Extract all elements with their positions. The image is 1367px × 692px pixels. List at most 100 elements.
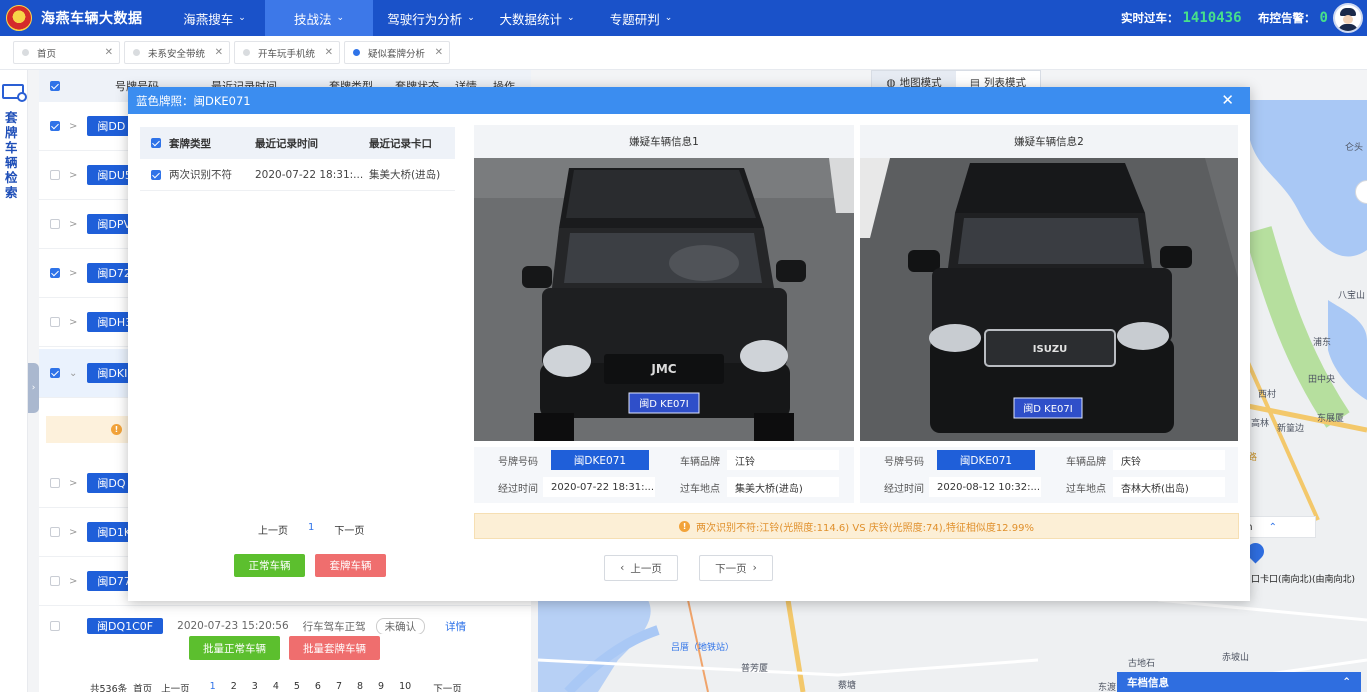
table-row[interactable]: 闽DQ1C0F 2020-07-23 15:20:56 行车驾车正驾 未确认 详… (39, 618, 531, 634)
plate-search-icon[interactable] (2, 84, 27, 102)
brand-value: 江铃 (727, 450, 839, 470)
plate-label: 号牌号码 (498, 457, 538, 468)
top-header: 海燕车辆大数据 海燕搜车 ⌄ 技战法 ⌄ 驾驶行为分析 ⌄ 大数据统计 ⌄ 专题研判 ⌄ … (0, 0, 1367, 36)
row-checkbox[interactable] (50, 317, 60, 327)
alarm-count[interactable]: 布控告警： 0 (1258, 0, 1328, 36)
batch-fake-button[interactable]: 批量套牌车辆 (289, 636, 380, 660)
chevron-right-icon: › (752, 562, 757, 574)
pager-next[interactable]: 下一页 (433, 681, 462, 692)
chevron-down-icon[interactable]: ⌄ (69, 368, 77, 379)
record-table-header: 套牌类型 最近记录时间 最近记录卡口 (140, 127, 455, 159)
next-record-button[interactable]: 下一页 › (699, 555, 773, 581)
map-label: 东展厦 (1317, 414, 1345, 424)
left-sidebar: 套牌车辆检索 (0, 70, 28, 692)
plate-badge: 闽DKE071 (551, 450, 649, 470)
row-checkbox[interactable] (50, 621, 60, 631)
close-icon[interactable]: ✕ (1221, 91, 1234, 109)
brand[interactable]: 海燕车辆大数据 (6, 0, 143, 36)
chevron-right-icon[interactable]: > (69, 219, 77, 230)
row-checkbox[interactable] (50, 527, 60, 537)
row-checkbox[interactable] (50, 268, 60, 278)
pager-page[interactable]: 2 (231, 681, 237, 692)
close-icon[interactable]: ✕ (105, 47, 113, 58)
pager-page[interactable]: 7 (336, 681, 342, 692)
time-label: 经过时间 (884, 484, 924, 495)
map-label: 古地石 (1128, 659, 1156, 669)
nav-label: 海燕搜车 (183, 11, 234, 27)
detail-link[interactable]: 详情 (445, 619, 466, 634)
chevron-right-icon[interactable]: > (69, 576, 77, 587)
pager-page[interactable]: 1 (210, 681, 216, 692)
row-time: 2020-07-23 15:20:56 (177, 620, 289, 632)
vehicle-archive-panel[interactable]: 车档信息 ⌃ (1117, 672, 1361, 692)
nav-tactics[interactable]: 技战法 ⌄ (265, 0, 373, 36)
modal-title: 蓝色牌照：闽DKE071 (136, 93, 251, 108)
chevron-right-icon[interactable]: > (69, 170, 77, 181)
pager-page[interactable]: 9 (378, 681, 384, 692)
plate-badge: 闽DQ1C0F (87, 618, 164, 634)
row-checkbox[interactable] (50, 121, 60, 131)
pager-next[interactable]: 下一页 (334, 522, 364, 537)
nav-bigdata-stats[interactable]: 大数据统计 ⌄ (489, 0, 585, 36)
vehicle-photo[interactable]: JMC 闽D KE07I (474, 158, 854, 441)
brand-label: 车辆品牌 (680, 457, 720, 468)
select-all-checkbox[interactable] (50, 81, 60, 91)
pager-first[interactable]: 首页 (133, 681, 152, 692)
normal-vehicle-button[interactable]: 正常车辆 (234, 554, 305, 577)
pager-prev[interactable]: 上一页 (161, 681, 190, 692)
chevron-up-icon[interactable]: ⌃ (1269, 522, 1277, 533)
tab-label: 疑似套牌分析 (368, 48, 426, 60)
col-last-time: 最近记录时间 (255, 137, 318, 150)
close-icon[interactable]: ✕ (435, 47, 443, 58)
chevron-left-icon: ‹ (620, 562, 625, 574)
warning-icon: ! (111, 424, 122, 435)
row-checkbox[interactable] (50, 576, 60, 586)
chevron-right-icon: › (31, 383, 36, 393)
pager-page[interactable]: 8 (357, 681, 363, 692)
table-row[interactable]: 两次识别不符 2020-07-22 18:31:... 集美大桥(进岛) (140, 159, 455, 191)
select-all-checkbox[interactable] (151, 138, 161, 148)
chevron-right-icon[interactable]: > (69, 268, 77, 279)
pager-page[interactable]: 3 (252, 681, 258, 692)
nav-haiyan-search[interactable]: 海燕搜车 ⌄ (164, 0, 265, 36)
row-checkbox[interactable] (151, 169, 161, 180)
tab-seatbelt[interactable]: 未系安全带统 ✕ (124, 41, 230, 64)
col-fake-type: 套牌类型 (169, 137, 211, 150)
pager-page[interactable]: 6 (315, 681, 321, 692)
pager-prev[interactable]: 上一页 (258, 522, 288, 537)
pager-page[interactable]: 10 (399, 681, 411, 692)
user-avatar[interactable] (1333, 3, 1363, 33)
chevron-right-icon[interactable]: > (69, 527, 77, 538)
place-label: 过车地点 (1066, 484, 1106, 495)
nav-driving-analysis[interactable]: 驾驶行为分析 ⌄ (373, 0, 489, 36)
chevron-right-icon[interactable]: > (69, 478, 77, 489)
status-dot (22, 49, 29, 56)
chevron-right-icon[interactable]: > (69, 121, 77, 132)
map-label: 田中央 (1308, 375, 1336, 385)
row-checkbox[interactable] (50, 170, 60, 180)
batch-normal-button[interactable]: 批量正常车辆 (189, 636, 280, 660)
chevron-up-icon[interactable]: ⌃ (1342, 676, 1351, 688)
tab-fake-plate[interactable]: 疑似套牌分析 ✕ (344, 41, 450, 64)
fake-plate-button[interactable]: 套牌车辆 (315, 554, 386, 577)
time-label: 经过时间 (498, 484, 538, 495)
status-dot (353, 49, 360, 56)
suspect-vehicle-card-2: 嫌疑车辆信息2 ISUZU 闽D KE07I 号牌号码 闽DKE071 车辆品牌… (860, 125, 1238, 503)
row-checkbox[interactable] (50, 368, 60, 378)
panel-toggle-button[interactable]: › (28, 363, 39, 413)
vehicle-info: 号牌号码 闽DKE071 车辆品牌 庆铃 经过时间 2020-08-12 10:… (860, 447, 1238, 503)
pager-page[interactable]: 4 (273, 681, 279, 692)
row-checkbox[interactable] (50, 478, 60, 488)
tab-home[interactable]: 首页 ✕ (13, 41, 120, 64)
list-pagination: 共536条 首页 上一页 1 2 3 4 5 6 7 8 9 10 下一页 (90, 681, 477, 692)
close-icon[interactable]: ✕ (215, 47, 223, 58)
pager-page[interactable]: 1 (308, 522, 314, 537)
vehicle-photo[interactable]: ISUZU 闽D KE07I (860, 158, 1238, 441)
row-checkbox[interactable] (50, 219, 60, 229)
pager-page[interactable]: 5 (294, 681, 300, 692)
close-icon[interactable]: ✕ (325, 47, 333, 58)
chevron-right-icon[interactable]: > (69, 317, 77, 328)
nav-topic-research[interactable]: 专题研判 ⌄ (585, 0, 697, 36)
prev-record-button[interactable]: ‹ 上一页 (604, 555, 678, 581)
tab-phone[interactable]: 开车玩手机统 ✕ (234, 41, 340, 64)
